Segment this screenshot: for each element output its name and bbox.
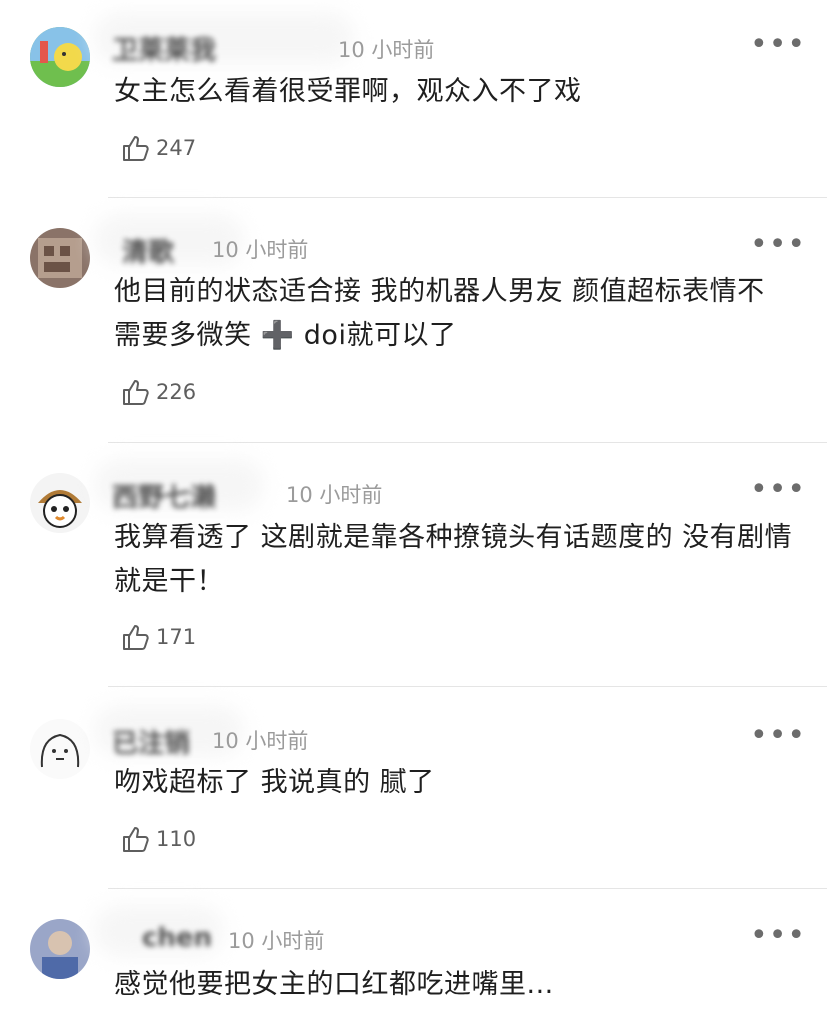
like-button[interactable]: 247 [120, 132, 196, 164]
avatar-image [30, 473, 90, 533]
username[interactable]: 清歌 [122, 238, 174, 268]
comment-text: 我算看透了 这剧就是靠各种撩镜头有话题度的 没有剧情就是干！ [114, 522, 793, 597]
comment-text: 他目前的状态适合接 我的机器人男友 颜值超标表情不需要多微笑 ➕ doi就可以了 [114, 276, 765, 351]
more-options-icon[interactable]: ••• [750, 921, 805, 951]
like-count: 110 [156, 827, 197, 851]
thumbs-up-icon [123, 380, 149, 405]
comment-time: 10 小时前 [338, 38, 435, 62]
avatar[interactable] [30, 228, 90, 288]
like-count: 247 [156, 136, 197, 160]
avatar[interactable] [30, 27, 90, 87]
comment-item: 卫莱莱我 10 小时前 ••• 女主怎么看着很受罪啊，观众入不了戏 247 [0, 0, 827, 198]
comment-text: 感觉他要把女主的口红都吃进嘴里... [114, 969, 554, 1000]
comment-time: 10 小时前 [286, 483, 383, 507]
username-area[interactable]: 清歌 [94, 214, 244, 268]
like-button[interactable]: 171 [120, 621, 196, 653]
comment-time: 10 小时前 [212, 729, 309, 753]
avatar[interactable] [30, 473, 90, 533]
username[interactable]: 西野七濑 [112, 483, 216, 513]
username[interactable]: chen [142, 923, 212, 953]
more-options-icon[interactable]: ••• [750, 30, 805, 60]
avatar[interactable] [30, 719, 90, 779]
more-options-icon[interactable]: ••• [750, 230, 805, 260]
thumbs-up-icon [123, 625, 149, 650]
like-count: 171 [156, 625, 197, 649]
avatar-image [30, 919, 90, 979]
username-area[interactable]: 卫莱莱我 [94, 12, 354, 66]
thumbs-up-icon [123, 136, 149, 161]
comment-time: 10 小时前 [212, 238, 309, 262]
avatar-image [30, 228, 90, 288]
avatar-image [30, 719, 90, 779]
username[interactable]: 卫莱莱我 [112, 36, 216, 66]
comment-text: 女主怎么看着很受罪啊，观众入不了戏 [114, 76, 582, 107]
avatar-image [30, 27, 90, 87]
avatar[interactable] [30, 919, 90, 979]
username[interactable]: 已注销 [112, 729, 190, 759]
comment-item: 已注销 10 小时前 ••• 吻戏超标了 我说真的 腻了 110 [0, 687, 827, 889]
username-area[interactable]: 已注销 [94, 705, 244, 759]
username-area[interactable]: chen [94, 905, 224, 957]
like-button[interactable]: 226 [120, 376, 196, 408]
thumbs-up-icon [123, 827, 149, 852]
like-button[interactable]: 110 [120, 823, 196, 855]
comment-item: 西野七濑 10 小时前 ••• 我算看透了 这剧就是靠各种撩镜头有话题度的 没有… [0, 443, 827, 687]
more-options-icon[interactable]: ••• [750, 475, 805, 505]
comment-text: 吻戏超标了 我说真的 腻了 [114, 767, 435, 798]
like-count: 226 [156, 380, 197, 404]
comment-item: chen 10 小时前 ••• 感觉他要把女主的口红都吃进嘴里... [0, 889, 827, 1015]
comment-time: 10 小时前 [228, 929, 325, 953]
username-area[interactable]: 西野七濑 [94, 459, 264, 513]
more-options-icon[interactable]: ••• [750, 721, 805, 751]
comment-item: 清歌 10 小时前 ••• 他目前的状态适合接 我的机器人男友 颜值超标表情不需… [0, 198, 827, 443]
